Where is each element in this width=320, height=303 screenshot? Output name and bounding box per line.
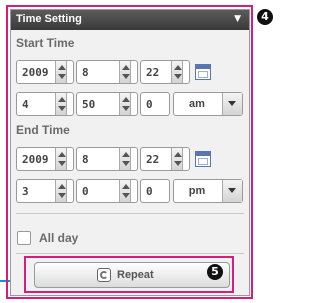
spin-arrows-icon[interactable] — [119, 93, 131, 115]
start-second-value: 0 — [146, 98, 153, 111]
end-minute-field[interactable]: 0 — [76, 179, 138, 203]
chevron-down-icon[interactable]: ▼ — [234, 14, 241, 24]
dropdown-arrow-icon[interactable] — [222, 93, 242, 115]
start-ampm-select[interactable]: am — [173, 92, 243, 116]
end-ampm-value: pm — [188, 185, 206, 197]
callout-badge-4: 4 — [257, 9, 273, 25]
panel-titlebar[interactable]: Time Setting ▼ — [11, 10, 249, 30]
calendar-icon[interactable] — [195, 64, 211, 80]
start-hour-value: 4 — [22, 98, 29, 111]
start-year-field[interactable]: 2009 — [16, 60, 74, 84]
allday-checkbox[interactable] — [17, 231, 31, 245]
callout-frame-repeat — [24, 256, 234, 293]
start-minute-value: 50 — [82, 98, 96, 111]
spin-arrows-icon[interactable] — [55, 180, 67, 202]
end-day-field[interactable]: 22 — [140, 147, 190, 171]
start-minute-field[interactable]: 50 — [76, 92, 138, 116]
spin-arrows-icon[interactable] — [119, 180, 131, 202]
start-month-field[interactable]: 8 — [76, 60, 138, 84]
start-month-value: 8 — [82, 66, 89, 79]
spin-arrows-icon[interactable] — [55, 93, 67, 115]
divider — [16, 253, 244, 254]
spin-arrows-icon[interactable] — [119, 148, 131, 170]
end-year-field[interactable]: 2009 — [16, 147, 74, 171]
start-ampm-value: am — [189, 98, 205, 110]
end-minute-value: 0 — [82, 185, 89, 198]
end-hour-value: 3 — [22, 185, 29, 198]
divider — [16, 213, 244, 214]
spin-arrows-icon[interactable] — [55, 61, 67, 83]
start-year-value: 2009 — [22, 66, 49, 79]
end-year-value: 2009 — [22, 153, 49, 166]
end-day-value: 22 — [146, 153, 160, 166]
end-month-value: 8 — [82, 153, 89, 166]
end-ampm-select[interactable]: pm — [173, 179, 243, 203]
panel-title: Time Setting — [16, 13, 82, 25]
start-hour-field[interactable]: 4 — [16, 92, 74, 116]
callout-badge-5: 5 — [207, 264, 223, 280]
start-time-label: Start Time — [16, 36, 75, 50]
calendar-icon[interactable] — [195, 151, 211, 167]
allday-label: All day — [39, 231, 79, 245]
dropdown-arrow-icon[interactable] — [222, 180, 242, 202]
end-second-field[interactable]: 0 — [140, 179, 170, 203]
end-time-label: End Time — [16, 123, 70, 137]
spin-arrows-icon[interactable] — [119, 61, 131, 83]
end-second-value: 0 — [146, 185, 153, 198]
end-hour-field[interactable]: 3 — [16, 179, 74, 203]
spin-arrows-icon[interactable] — [171, 61, 183, 83]
end-month-field[interactable]: 8 — [76, 147, 138, 171]
start-second-field[interactable]: 0 — [140, 92, 170, 116]
spin-arrows-icon[interactable] — [171, 148, 183, 170]
spin-arrows-icon[interactable] — [55, 148, 67, 170]
time-setting-panel: Time Setting ▼ Start Time 2009 8 22 4 50… — [10, 9, 250, 296]
start-day-field[interactable]: 22 — [140, 60, 190, 84]
start-day-value: 22 — [146, 66, 160, 79]
